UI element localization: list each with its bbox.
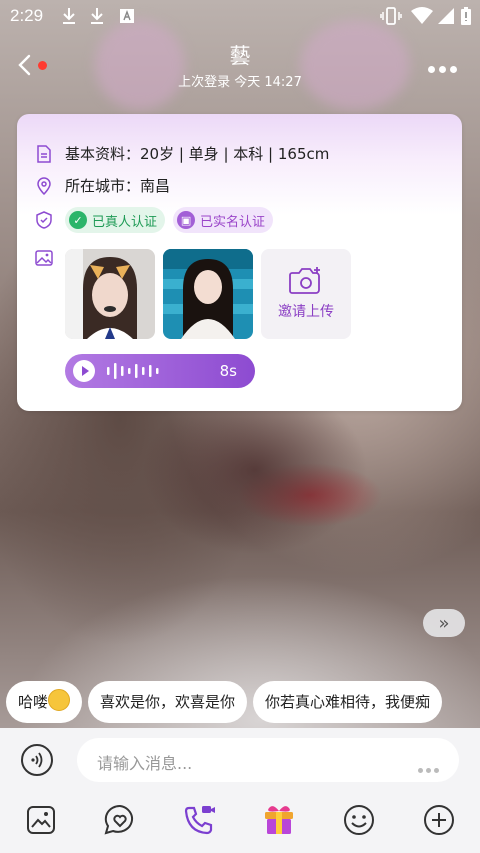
quick-phrase-text: 哈喽 (18, 693, 49, 711)
more-dot-icon (439, 66, 446, 73)
shield-check-icon (36, 211, 52, 229)
last-login-text: 上次登录 今天 14:27 (178, 75, 302, 90)
input-more-icon[interactable] (415, 758, 439, 777)
city-row: 所在城市：南昌 (35, 175, 170, 196)
download-icon (90, 7, 104, 29)
voice-intro-player[interactable]: 8s (65, 354, 255, 388)
voice-duration: 8s (219, 362, 237, 380)
gallery-icon[interactable] (23, 802, 59, 838)
vibrate-icon (380, 7, 402, 29)
id-card-icon: ▣ (177, 211, 196, 229)
page-title: 藝 (229, 44, 251, 68)
real-person-verified-badge: ✓ 已真人认证 (65, 207, 166, 233)
voice-input-button[interactable] (21, 744, 53, 776)
video-call-icon[interactable] (181, 802, 217, 838)
more-dot-icon (428, 66, 435, 73)
profile-card: 基本资料：20岁 | 单身 | 本科 | 165cm 所在城市：南昌 ✓ 已真人… (17, 114, 462, 411)
quick-phrase-chip[interactable]: 你若真心难相待，我便痴 (253, 681, 443, 723)
invite-upload-button[interactable]: 邀请上传 (261, 249, 351, 339)
message-input[interactable]: 请输入消息... (77, 738, 459, 782)
message-input-bar: 请输入消息... (0, 728, 480, 792)
signal-icon (437, 7, 455, 29)
wifi-icon (411, 7, 433, 29)
quick-phrase-chip[interactable]: 喜欢是你，欢喜是你 (88, 681, 248, 723)
plus-icon[interactable] (421, 802, 457, 838)
waveform-icon (107, 363, 159, 379)
photo-thumbnail (65, 249, 155, 339)
invite-upload-label: 邀请上传 (278, 304, 334, 320)
grinning-face-icon (48, 689, 71, 711)
verification-row: ✓ 已真人认证 ▣ 已实名认证 (35, 207, 281, 233)
more-dot-icon (450, 66, 457, 73)
basic-info-text: 基本资料：20岁 | 单身 | 本科 | 165cm (65, 145, 330, 163)
bottom-toolbar (0, 792, 480, 853)
quick-phrase-text: 喜欢是你，欢喜是你 (100, 693, 236, 711)
expand-phrases-button[interactable]: » (423, 609, 465, 637)
check-icon: ✓ (69, 211, 87, 229)
quick-phrase-chip[interactable]: 哈喽 (6, 681, 83, 723)
real-person-verified-label: 已真人认证 (92, 214, 158, 230)
real-name-verified-badge: ▣ 已实名认证 (173, 207, 274, 233)
quick-phrase-text: 你若真心难相待，我便痴 (265, 693, 431, 711)
profile-photo-2[interactable] (163, 249, 253, 339)
play-icon (73, 360, 95, 382)
city-text: 所在城市：南昌 (65, 177, 171, 195)
message-input-placeholder: 请输入消息... (97, 754, 193, 773)
keyboard-a-icon (120, 9, 134, 27)
double-chevron-right-icon: » (438, 612, 450, 634)
document-icon (37, 144, 51, 163)
more-options-button[interactable] (428, 58, 462, 73)
gift-icon[interactable] (261, 802, 297, 838)
quick-phrase-list: 哈喽 喜欢是你，欢喜是你 你若真心难相待，我便痴 (6, 681, 480, 723)
real-name-verified-label: 已实名认证 (200, 214, 266, 230)
camera-add-icon (289, 267, 320, 294)
basic-info-row: 基本资料：20岁 | 单身 | 本科 | 165cm (35, 143, 329, 164)
status-time: 2:29 (10, 6, 44, 25)
image-icon (35, 250, 53, 266)
download-icon (62, 7, 76, 29)
battery-icon (461, 7, 471, 29)
sound-wave-icon (31, 752, 43, 768)
emoji-icon[interactable] (341, 802, 377, 838)
status-bar: 2:29 (0, 0, 480, 34)
heart-chat-icon[interactable] (102, 802, 138, 838)
profile-photo-1[interactable] (65, 249, 155, 339)
location-pin-icon (37, 176, 51, 195)
photo-thumbnail (163, 249, 253, 339)
